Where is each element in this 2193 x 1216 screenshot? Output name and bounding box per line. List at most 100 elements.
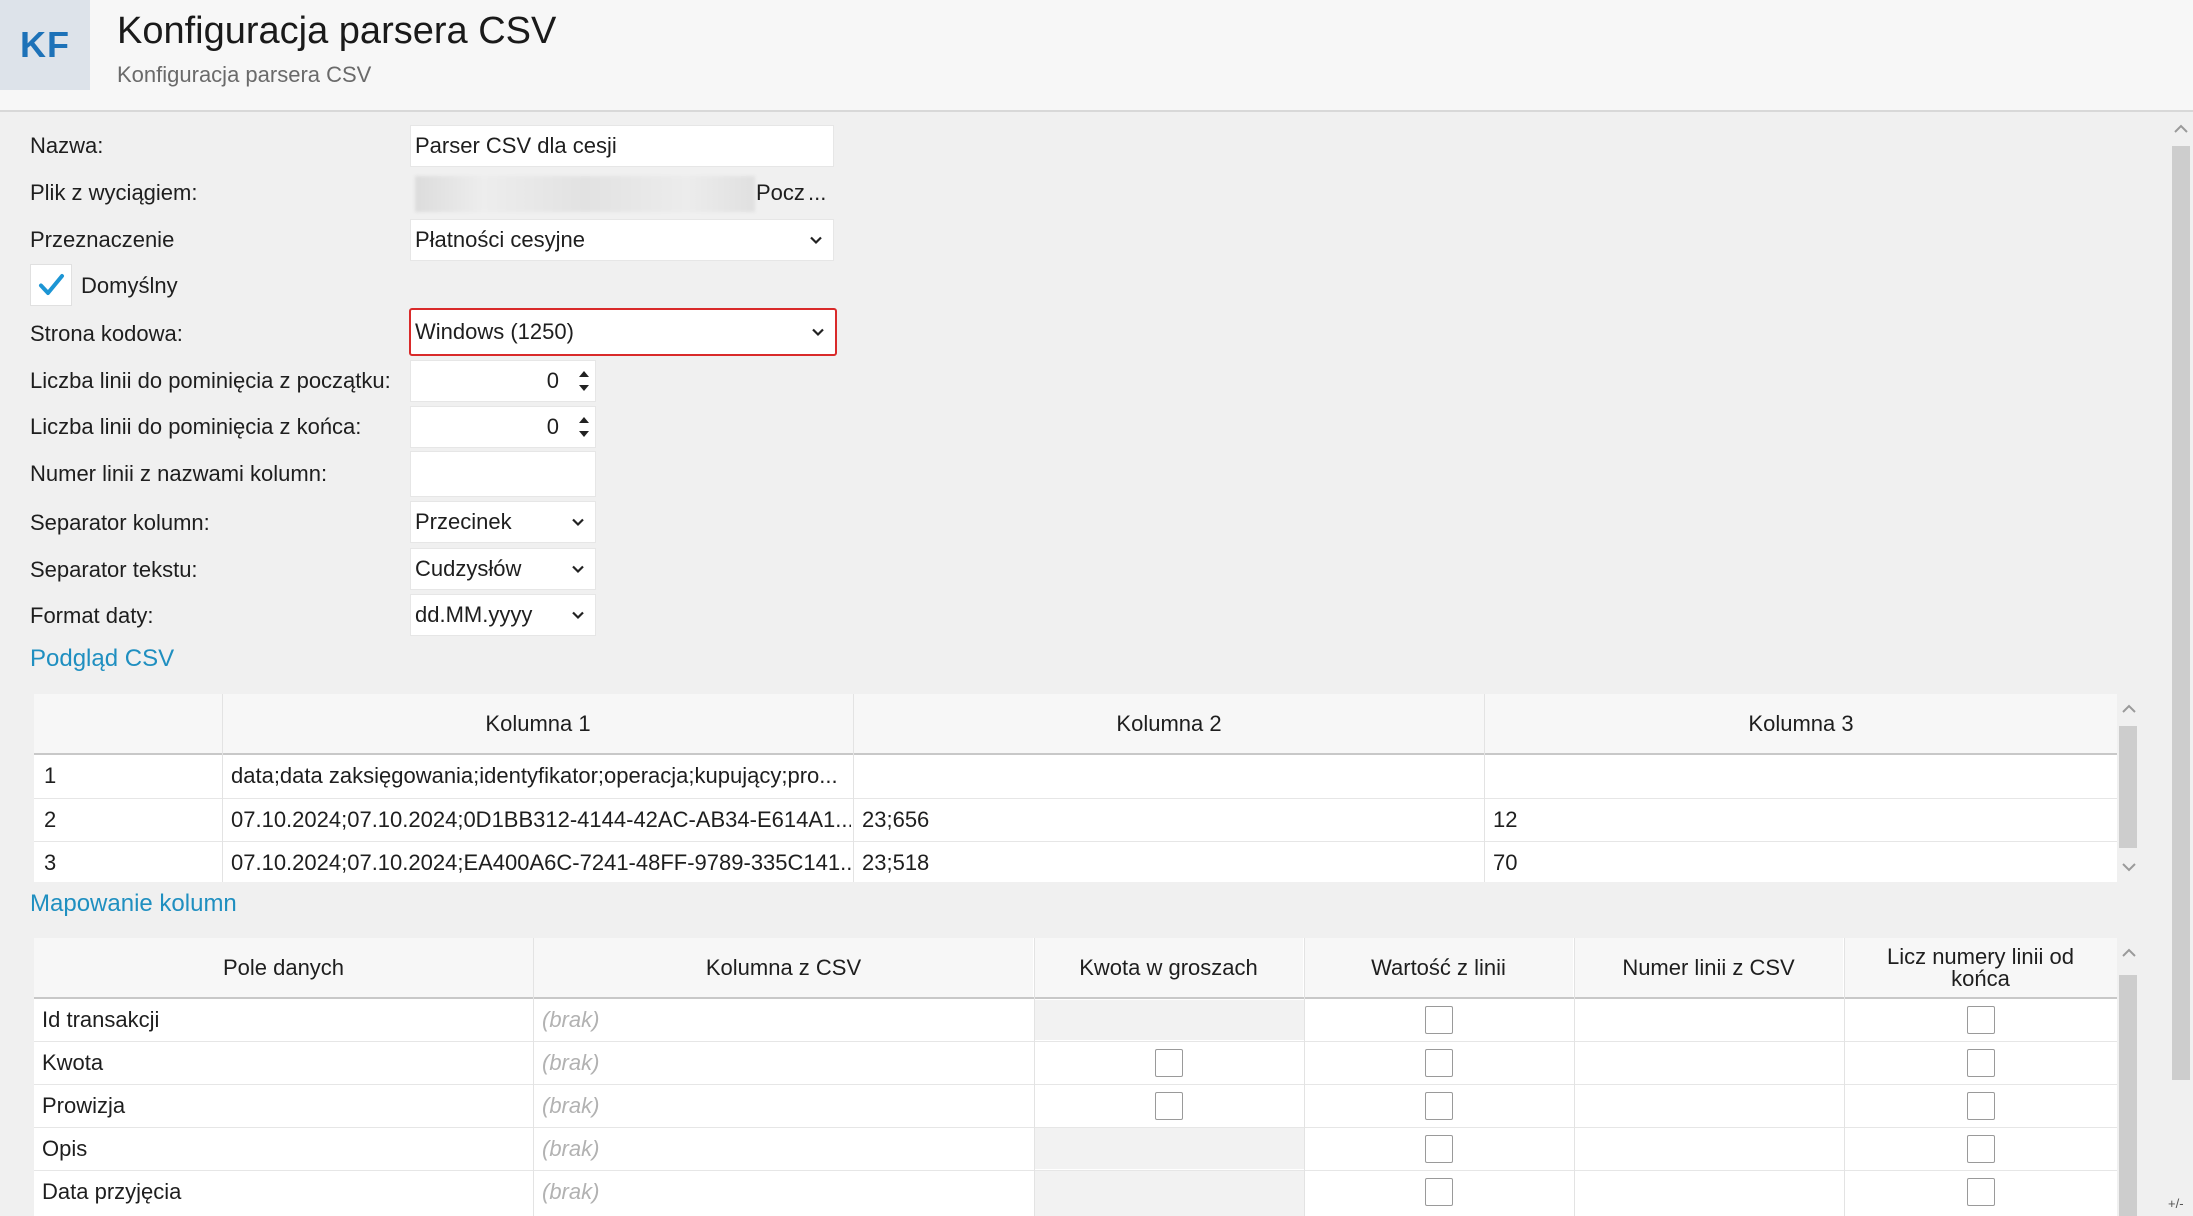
from-end-checkbox[interactable] bbox=[1967, 1006, 1995, 1034]
mapping-csv-column-select[interactable]: (brak) bbox=[542, 1172, 1022, 1212]
mapping-header-line-no[interactable]: Numer linii z CSV bbox=[1574, 938, 1843, 997]
text-separator-label: Separator tekstu: bbox=[30, 557, 198, 582]
main-scroll-thumb[interactable] bbox=[2172, 146, 2190, 1080]
file-path-visible: Pocz bbox=[756, 180, 805, 205]
header: KF Konfiguracja parsera CSV Konfiguracja… bbox=[0, 0, 2193, 112]
name-value: Parser CSV dla cesji bbox=[415, 133, 617, 158]
preview-cell: 70 bbox=[1493, 850, 1518, 875]
name-label: Nazwa: bbox=[30, 133, 104, 158]
col-separator-label: Separator kolumn: bbox=[30, 510, 210, 535]
mapping-csv-column-select[interactable]: (brak) bbox=[542, 1129, 1022, 1169]
preview-header-rownum bbox=[34, 694, 222, 753]
preview-cell: data;data zaksięgowania;identyfikator;op… bbox=[231, 763, 838, 788]
preview-cell: 07.10.2024;07.10.2024;0D1BB312-4144-42AC… bbox=[231, 807, 851, 832]
mapping-csv-column-select[interactable]: (brak) bbox=[542, 1043, 1022, 1083]
csv-preview-title: Podgląd CSV bbox=[30, 645, 175, 672]
spin-down-icon[interactable] bbox=[577, 383, 591, 393]
chevron-down-icon bbox=[561, 549, 595, 589]
mapping-csv-column-select[interactable]: (brak) bbox=[542, 1000, 1022, 1040]
mapping-field-name: Id transakcji bbox=[42, 1007, 160, 1032]
from-line-checkbox[interactable] bbox=[1425, 1049, 1453, 1077]
preview-header-col2[interactable]: Kolumna 2 bbox=[854, 694, 1484, 753]
mapping-csv-column-select[interactable]: (brak) bbox=[542, 1086, 1022, 1126]
purpose-select[interactable]: Płatności cesyjne bbox=[410, 219, 834, 261]
mapping-field-name: Prowizja bbox=[42, 1093, 126, 1118]
file-path-input[interactable] bbox=[415, 176, 755, 212]
chevron-down-icon bbox=[561, 595, 595, 635]
text-separator-value: Cudzysłów bbox=[415, 556, 522, 581]
skip-end-spinner[interactable]: 0 bbox=[410, 406, 596, 448]
mapping-scroll-thumb[interactable] bbox=[2119, 975, 2137, 1216]
scroll-up-icon[interactable] bbox=[2118, 944, 2140, 962]
encoding-label: Strona kodowa: bbox=[30, 321, 183, 346]
purpose-value: Płatności cesyjne bbox=[415, 227, 585, 252]
corner-indicator: +/- bbox=[2168, 1196, 2184, 1211]
file-label: Plik z wyciągiem: bbox=[30, 180, 198, 205]
from-end-checkbox[interactable] bbox=[1967, 1049, 1995, 1077]
col-separator-select[interactable]: Przecinek bbox=[410, 501, 596, 543]
from-end-checkbox[interactable] bbox=[1967, 1135, 1995, 1163]
scroll-up-icon[interactable] bbox=[2170, 120, 2192, 138]
preview-header-col3[interactable]: Kolumna 3 bbox=[1485, 694, 2117, 753]
preview-cell: 07.10.2024;07.10.2024;EA400A6C-7241-48FF… bbox=[231, 850, 851, 875]
preview-cell: 23;656 bbox=[862, 807, 930, 832]
browse-file-button[interactable]: ... bbox=[808, 180, 826, 206]
mapping-field-name: Kwota bbox=[42, 1050, 104, 1075]
skip-start-spinner[interactable]: 0 bbox=[410, 360, 596, 402]
from-end-checkbox[interactable] bbox=[1967, 1178, 1995, 1206]
skip-start-value: 0 bbox=[546, 368, 559, 393]
skip-end-value: 0 bbox=[546, 414, 559, 439]
grosze-checkbox[interactable] bbox=[1155, 1049, 1183, 1077]
grosze-checkbox[interactable] bbox=[1155, 1092, 1183, 1120]
encoding-select[interactable]: Windows (1250) bbox=[409, 308, 837, 356]
preview-header-col1[interactable]: Kolumna 1 bbox=[223, 694, 853, 753]
scroll-up-icon[interactable] bbox=[2118, 700, 2140, 718]
date-format-label: Format daty: bbox=[30, 603, 154, 628]
preview-scroll-thumb[interactable] bbox=[2119, 726, 2137, 848]
mapping-field-name: Opis bbox=[42, 1136, 88, 1161]
skip-end-label: Liczba linii do pominięcia z końca: bbox=[30, 414, 362, 439]
preview-row-num: 3 bbox=[44, 850, 57, 875]
preview-row-num: 1 bbox=[44, 763, 57, 788]
mapping-header-csv-col[interactable]: Kolumna z CSV bbox=[534, 938, 1033, 997]
checkmark-icon bbox=[39, 274, 64, 295]
column-mapping-title: Mapowanie kolumn bbox=[30, 890, 237, 917]
mapping-header-from-line[interactable]: Wartość z linii bbox=[1304, 938, 1573, 997]
app-logo: KF bbox=[0, 0, 90, 90]
mapping-header-from-end[interactable]: Licz numery linii od końca bbox=[1844, 938, 2117, 997]
spin-up-icon[interactable] bbox=[577, 369, 591, 379]
mapping-header-field[interactable]: Pole danych bbox=[34, 938, 533, 997]
default-checkbox[interactable] bbox=[30, 264, 72, 306]
column-mapping-grid[interactable]: Pole danych Kolumna z CSV Kwota w grosza… bbox=[34, 938, 2117, 1216]
col-separator-value: Przecinek bbox=[415, 509, 512, 534]
name-input[interactable]: Parser CSV dla cesji bbox=[410, 125, 834, 167]
header-line-input[interactable] bbox=[410, 451, 596, 497]
preview-row-num: 2 bbox=[44, 807, 57, 832]
from-line-checkbox[interactable] bbox=[1425, 1178, 1453, 1206]
from-end-checkbox[interactable] bbox=[1967, 1092, 1995, 1120]
chevron-down-icon bbox=[799, 220, 833, 260]
page-title: Konfiguracja parsera CSV bbox=[117, 10, 557, 52]
header-line-label: Numer linii z nazwami kolumn: bbox=[30, 461, 328, 486]
chevron-down-icon bbox=[801, 310, 835, 354]
mapping-header-grosze[interactable]: Kwota w groszach bbox=[1034, 938, 1303, 997]
from-line-checkbox[interactable] bbox=[1425, 1006, 1453, 1034]
preview-cell: 12 bbox=[1493, 807, 1518, 832]
preview-cell bbox=[862, 756, 1482, 796]
encoding-value: Windows (1250) bbox=[415, 319, 574, 344]
preview-cell bbox=[1493, 756, 2113, 796]
preview-cell: 23;518 bbox=[862, 850, 930, 875]
from-line-checkbox[interactable] bbox=[1425, 1135, 1453, 1163]
purpose-label: Przeznaczenie bbox=[30, 227, 175, 252]
from-line-checkbox[interactable] bbox=[1425, 1092, 1453, 1120]
spin-down-icon[interactable] bbox=[577, 429, 591, 439]
page-subtitle: Konfiguracja parsera CSV bbox=[117, 62, 372, 87]
date-format-value: dd.MM.yyyy bbox=[415, 602, 533, 627]
csv-preview-grid[interactable]: Kolumna 1 Kolumna 2 Kolumna 3 1 data;dat… bbox=[34, 694, 2117, 882]
spin-up-icon[interactable] bbox=[577, 415, 591, 425]
mapping-field-name: Data przyjęcia bbox=[42, 1179, 182, 1204]
scroll-down-icon[interactable] bbox=[2118, 858, 2140, 876]
text-separator-select[interactable]: Cudzysłów bbox=[410, 548, 596, 590]
date-format-select[interactable]: dd.MM.yyyy bbox=[410, 594, 596, 636]
chevron-down-icon bbox=[561, 502, 595, 542]
